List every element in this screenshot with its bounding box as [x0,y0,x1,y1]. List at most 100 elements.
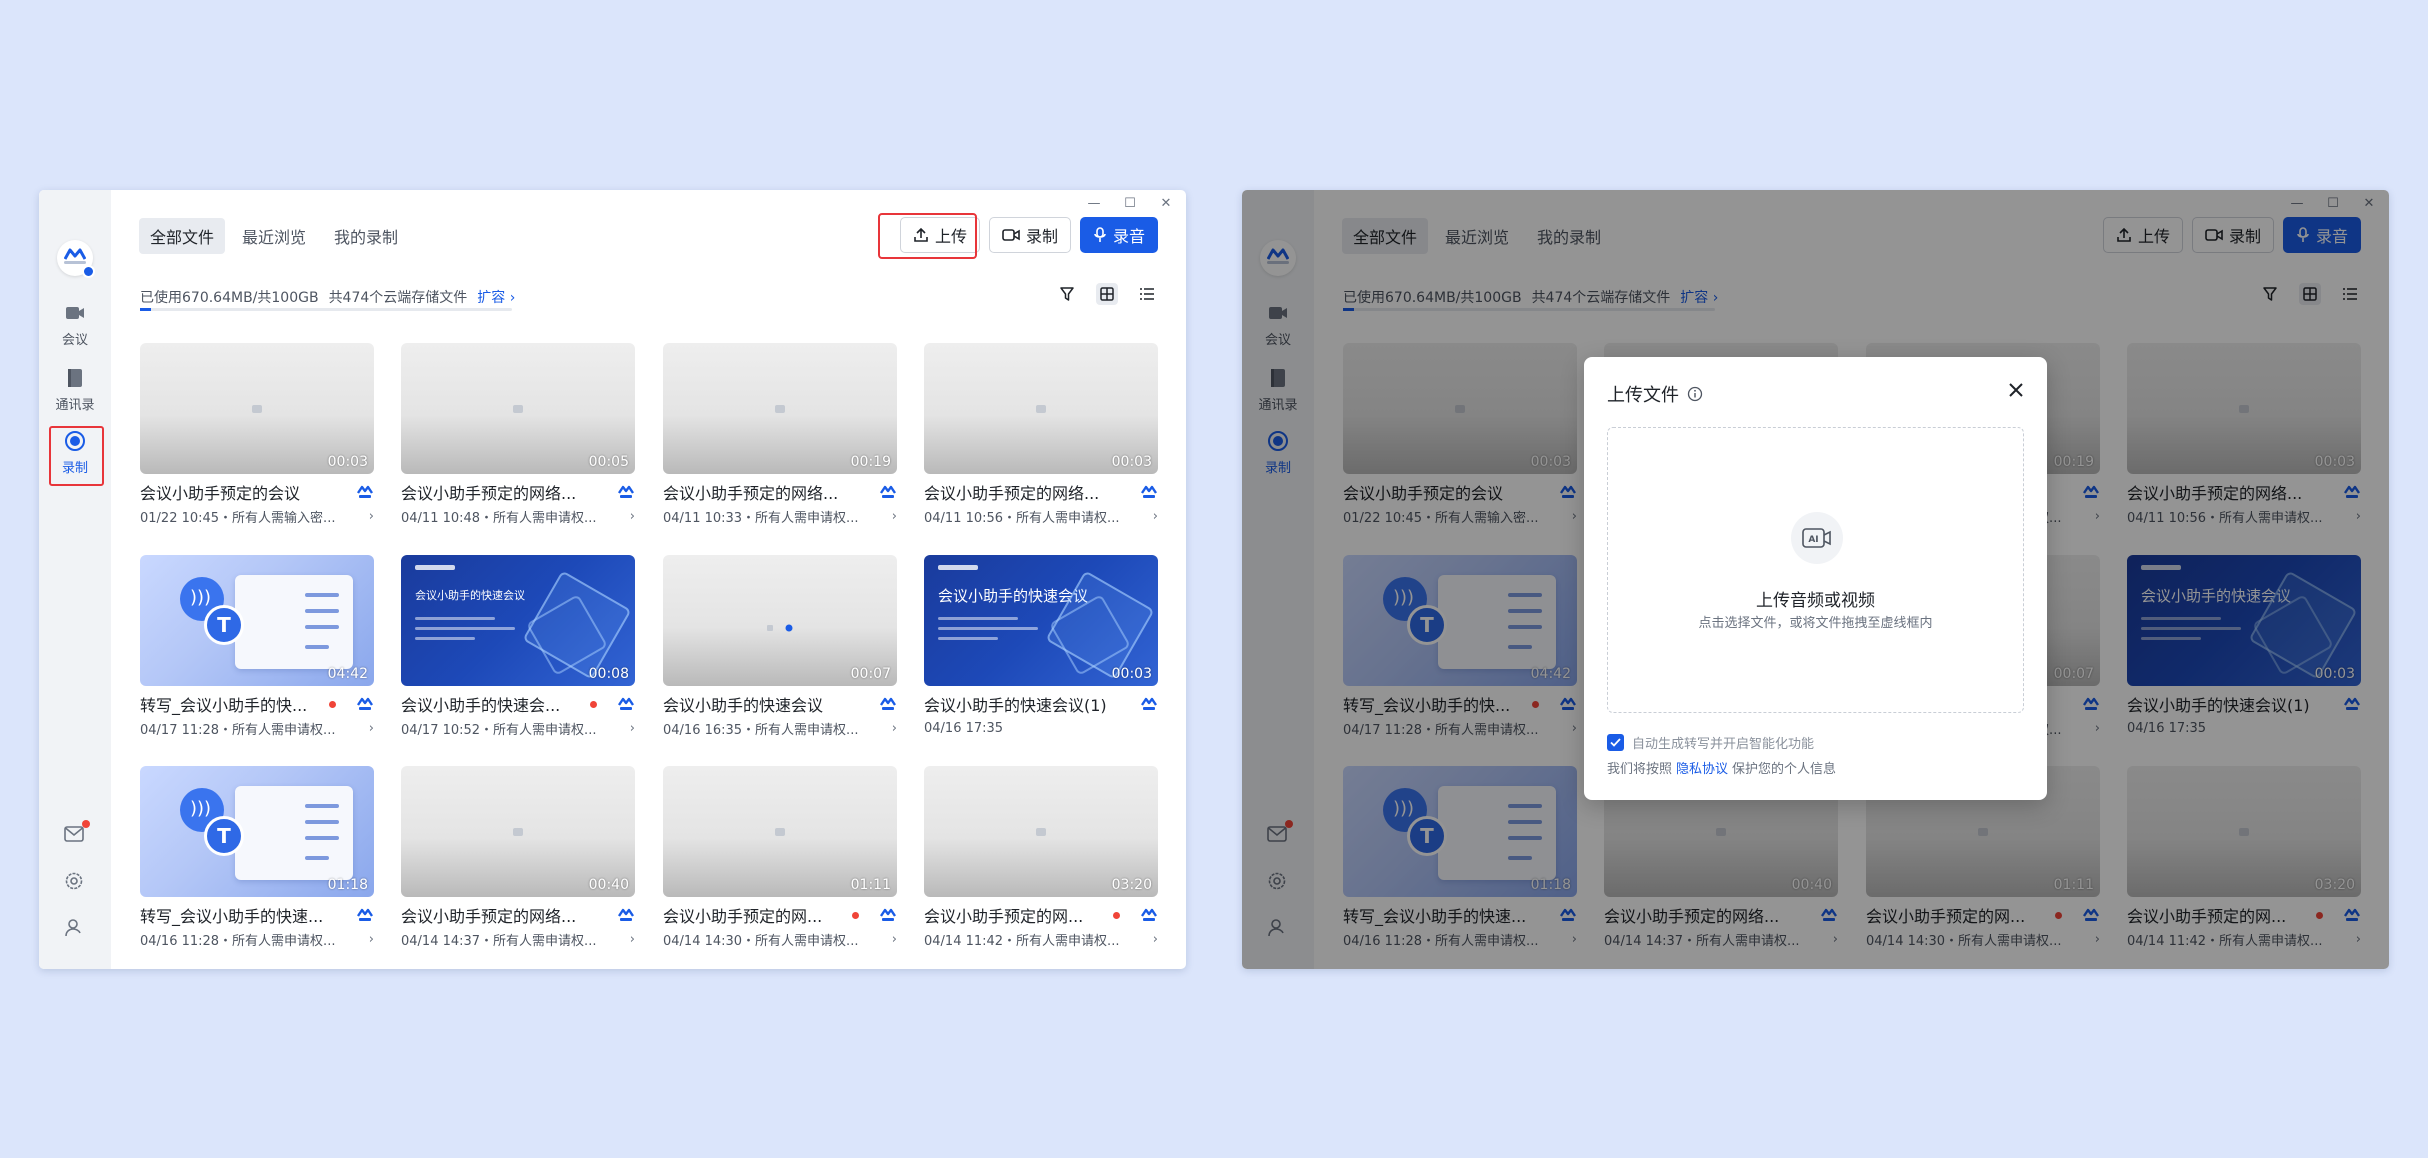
tab-my-recordings[interactable]: 我的录制 [323,218,409,254]
file-meta-row: 04/14 14:30・所有人需申请权... › [663,930,897,949]
file-card[interactable]: 00:03 会议小助手预定的会议 01/22 10:45・所有人需输入密... › [140,343,374,533]
dialog-header: 上传文件 [1607,381,1703,407]
owner-avatar-icon [879,696,897,712]
app-preview-panel [235,786,353,880]
maximize-icon[interactable]: ☐ [1122,196,1138,211]
storage-info: 已使用670.64MB/共100GB 共474个云端存储文件 扩容 › [140,287,515,307]
minimize-icon[interactable]: — [1086,196,1102,211]
ai-badge-text: AI [1808,535,1818,545]
file-card[interactable]: 03:20 会议小助手预定的网... 04/14 11:42・所有人需申请权... › [924,766,1158,956]
video-thumbnail[interactable]: 会议小助手的快速会议 00:08 [401,555,635,686]
sidebar: 会议 通讯录 录制 [39,190,111,969]
video-thumbnail[interactable]: 03:20 [924,766,1158,897]
owner-avatar-icon [1140,907,1158,923]
chevron-right-icon[interactable]: › [892,509,897,524]
file-title: 会议小助手预定的网... [924,907,1084,926]
video-thumbnail[interactable]: 00:40 [401,766,635,897]
slide-meta-line [415,627,515,630]
checkbox-checked-icon[interactable] [1607,734,1624,751]
recordings-window: — ☐ ✕ 会议 通讯录 录制 全部文件 最近浏览 我的录制 上传 录制 录音 … [39,190,1186,969]
user-icon[interactable] [63,917,87,941]
owner-avatar-icon [879,484,897,500]
file-meta: 04/11 10:33・所有人需申请权... [663,510,859,526]
screen-preview-icon [775,828,785,836]
filter-icon[interactable] [1056,283,1078,305]
file-title-row: 会议小助手的快速会议(1) [924,693,1158,715]
chevron-right-icon[interactable]: › [369,721,374,736]
close-icon[interactable]: ✕ [1158,196,1174,211]
gear-icon[interactable] [63,870,87,894]
audio-record-button[interactable]: 录音 [1079,217,1158,253]
storage-count: 共474个云端存储文件 [328,290,468,306]
info-icon[interactable] [1687,386,1703,402]
file-meta: 04/11 10:56・所有人需申请权... [924,510,1120,526]
chevron-right-icon[interactable]: › [1153,509,1158,524]
video-thumbnail[interactable]: 00:07 [663,555,897,686]
video-thumbnail[interactable]: 01:11 [663,766,897,897]
expand-storage-link[interactable]: 扩容 › [477,287,515,307]
chevron-right-icon[interactable]: › [1153,932,1158,947]
duration-label: 04:42 [327,666,368,682]
owner-avatar-icon [356,907,374,923]
highlight-box [878,213,977,259]
chevron-right-icon[interactable]: › [892,721,897,736]
duration-label: 03:20 [1111,877,1152,893]
file-card[interactable]: 00:19 会议小助手预定的网络... 04/11 10:33・所有人需申请权...… [663,343,897,533]
list-view-icon[interactable] [1136,283,1158,305]
close-dialog-icon[interactable] [2005,379,2027,401]
file-title-row: 会议小助手预定的会议 [140,481,374,503]
file-title: 会议小助手的快速会议 [663,696,824,715]
duration-label: 00:07 [850,666,891,682]
file-title-row: 会议小助手预定的网... [924,904,1158,926]
file-drop-zone[interactable]: AI 上传音频或视频 点击选择文件，或将文件拖拽至虚线框内 [1607,427,2024,713]
video-thumbnail[interactable]: ))) T 04:42 [140,555,374,686]
file-title: 会议小助手预定的会议 [140,484,301,503]
tab-all-files[interactable]: 全部文件 [139,218,226,254]
signal-waves-icon: ))) [190,587,212,608]
slide-meta-line [415,617,495,620]
chevron-right-icon[interactable]: › [630,509,635,524]
video-thumbnail[interactable]: 00:03 [140,343,374,474]
slide-meta-line [938,637,998,640]
file-title-row: 转写_会议小助手的快... [140,693,374,715]
file-meta: 04/17 11:28・所有人需申请权... [140,722,336,738]
file-card[interactable]: 会议小助手的快速会议 00:08 会议小助手的快速会... 04/17 10:52・所… [401,555,635,745]
file-meta-row: 04/11 10:48・所有人需申请权... › [401,507,635,526]
notification-dot [82,820,90,828]
ai-video-icon: AI [1791,512,1843,564]
sidebar-item-meeting[interactable]: 会议 [45,302,105,348]
auto-transcribe-option[interactable]: 自动生成转写并开启智能化功能 [1607,733,1814,752]
mail-icon[interactable] [63,820,90,847]
file-card[interactable]: 00:03 会议小助手预定的网络... 04/11 10:56・所有人需申请权...… [924,343,1158,533]
file-card[interactable]: ))) T 04:42 转写_会议小助手的快... 04/17 11:28・所有人需申请… [140,555,374,745]
status-badge [82,265,95,278]
chevron-right-icon[interactable]: › [630,721,635,736]
avatar[interactable] [57,240,95,278]
chevron-right-icon[interactable]: › [630,932,635,947]
file-tabs: 全部文件 最近浏览 我的录制 [139,218,409,254]
privacy-policy-link[interactable]: 隐私协议 [1676,758,1728,777]
video-thumbnail[interactable]: 00:19 [663,343,897,474]
file-card[interactable]: 00:07 会议小助手的快速会议 04/16 16:35・所有人需申请权... › [663,555,897,745]
record-button[interactable]: 录制 [988,217,1071,253]
video-thumbnail[interactable]: 00:05 [401,343,635,474]
video-thumbnail[interactable]: ))) T 01:18 [140,766,374,897]
chevron-right-icon[interactable]: › [369,509,374,524]
file-title-row: 会议小助手预定的网络... [401,481,635,503]
file-card[interactable]: ))) T 01:18 转写_会议小助手的快速... 04/16 11:28・所有人需申… [140,766,374,956]
video-thumbnail[interactable]: 会议小助手的快速会议 00:03 [924,555,1158,686]
file-card[interactable]: 00:40 会议小助手预定的网络... 04/14 14:37・所有人需申请权...… [401,766,635,956]
chevron-right-icon[interactable]: › [369,932,374,947]
file-title: 会议小助手预定的网络... [924,484,1100,503]
file-card[interactable]: 01:11 会议小助手预定的网... 04/14 14:30・所有人需申请权... › [663,766,897,956]
screen-preview-icon [767,617,793,632]
tab-recent[interactable]: 最近浏览 [231,218,317,254]
file-card[interactable]: 会议小助手的快速会议 00:03 会议小助手的快速会议(1) 04/16 17:35 [924,555,1158,745]
file-card[interactable]: 00:05 会议小助手预定的网络... 04/11 10:48・所有人需申请权...… [401,343,635,533]
sidebar-item-contacts[interactable]: 通讯录 [45,367,105,413]
chevron-right-icon[interactable]: › [892,932,897,947]
grid-view-icon[interactable] [1096,283,1118,305]
duration-label: 00:03 [1111,454,1152,470]
file-meta-row: 04/14 11:42・所有人需申请权... › [924,930,1158,949]
video-thumbnail[interactable]: 00:03 [924,343,1158,474]
